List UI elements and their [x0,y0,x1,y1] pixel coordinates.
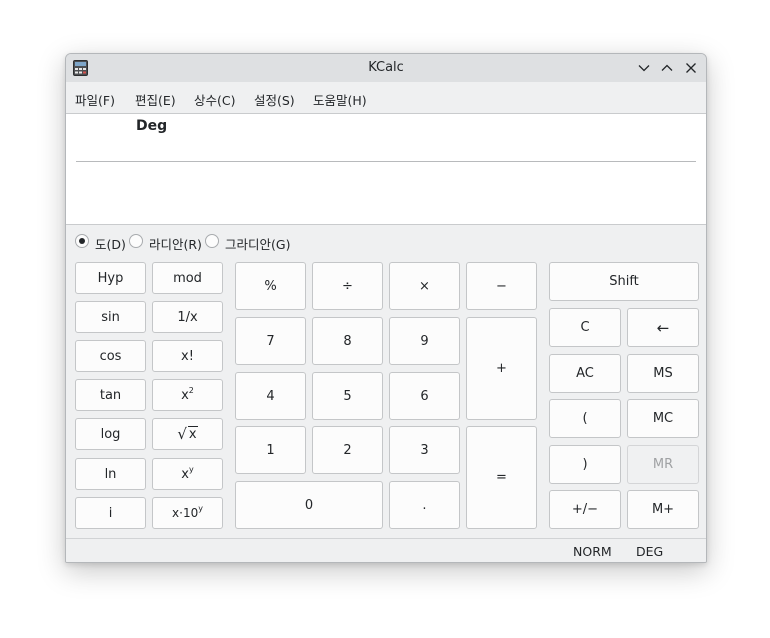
percent-button[interactable]: % [235,262,306,310]
multiply-button[interactable]: × [389,262,460,310]
all-clear-button[interactable]: AC [549,354,621,393]
square-exponent: 2 [188,385,194,395]
open-paren-button[interactable]: ( [549,399,621,438]
sin-button[interactable]: sin [75,301,146,333]
display-divider [76,161,696,162]
close-icon[interactable] [684,61,698,75]
memory-recall-button[interactable]: MR [627,445,699,484]
square-button[interactable]: x2 [152,379,223,411]
maximize-chevron-up-icon[interactable] [660,61,674,75]
equals-button[interactable]: = [466,426,537,529]
close-paren-button[interactable]: ) [549,445,621,484]
subtract-button[interactable]: − [466,262,537,310]
title-bar: KCalc [66,54,706,82]
divide-button[interactable]: ÷ [312,262,383,310]
angle-mode-indicator: Deg [136,118,168,134]
menu-file[interactable]: 파일(F) [75,90,115,109]
decimal-point-button[interactable]: . [389,481,460,529]
tan-button[interactable]: tan [75,379,146,411]
digit-9-button[interactable]: 9 [389,317,460,365]
degree-radio-label[interactable]: 도(D) [95,234,126,253]
digit-6-button[interactable]: 6 [389,372,460,420]
radian-radio[interactable] [129,234,143,248]
digit-0-button[interactable]: 0 [235,481,383,529]
digit-2-button[interactable]: 2 [312,426,383,474]
digit-5-button[interactable]: 5 [312,372,383,420]
ln-button[interactable]: ln [75,458,146,490]
square-root-button[interactable]: √ x [152,418,223,450]
number-base-status: NORM [573,544,612,559]
power-exponent: y [188,464,194,474]
minimize-chevron-down-icon[interactable] [637,61,651,75]
square-base: x [181,387,189,403]
hyp-button[interactable]: Hyp [75,262,146,294]
mod-button[interactable]: mod [152,262,223,294]
memory-store-button[interactable]: MS [627,354,699,393]
square-root-symbol: √ [177,425,187,443]
sci-notation-base: x·10 [172,506,199,520]
kcalc-window: KCalc 파일(F) 편집(E) 상수(C) 설정(S) 도움말(H) Deg… [65,53,707,563]
angle-unit-status: DEG [636,544,664,559]
menu-settings[interactable]: 설정(S) [254,90,295,109]
digit-4-button[interactable]: 4 [235,372,306,420]
menu-help[interactable]: 도움말(H) [313,90,367,109]
shift-button[interactable]: Shift [549,262,699,301]
add-button[interactable]: + [466,317,537,420]
calculator-display[interactable]: Deg [66,113,706,225]
factorial-button[interactable]: x! [152,340,223,372]
digit-8-button[interactable]: 8 [312,317,383,365]
sign-toggle-button[interactable]: +/− [549,490,621,529]
power-base: x [181,466,189,482]
radian-radio-label[interactable]: 라디안(R) [149,234,202,253]
scientific-notation-button[interactable]: x·10 y [152,497,223,529]
gradian-radio[interactable] [205,234,219,248]
power-button[interactable]: xy [152,458,223,490]
menu-edit[interactable]: 편집(E) [135,90,176,109]
clear-button[interactable]: C [549,308,621,347]
digit-3-button[interactable]: 3 [389,426,460,474]
imaginary-i-button[interactable]: i [75,497,146,529]
digit-1-button[interactable]: 1 [235,426,306,474]
window-title: KCalc [368,60,404,75]
degree-radio[interactable] [75,234,89,248]
log-button[interactable]: log [75,418,146,450]
menu-constants[interactable]: 상수(C) [194,90,235,109]
backspace-button[interactable]: ← [627,308,699,347]
sci-notation-exponent: y [198,503,203,513]
reciprocal-button[interactable]: 1/x [152,301,223,333]
cos-button[interactable]: cos [75,340,146,372]
menu-bar: 파일(F) 편집(E) 상수(C) 설정(S) 도움말(H) [66,82,706,113]
memory-clear-button[interactable]: MC [627,399,699,438]
square-root-x: x [187,426,198,442]
memory-add-button[interactable]: M+ [627,490,699,529]
digit-7-button[interactable]: 7 [235,317,306,365]
status-bar: NORM DEG [66,538,706,562]
gradian-radio-label[interactable]: 그라디안(G) [225,234,290,253]
